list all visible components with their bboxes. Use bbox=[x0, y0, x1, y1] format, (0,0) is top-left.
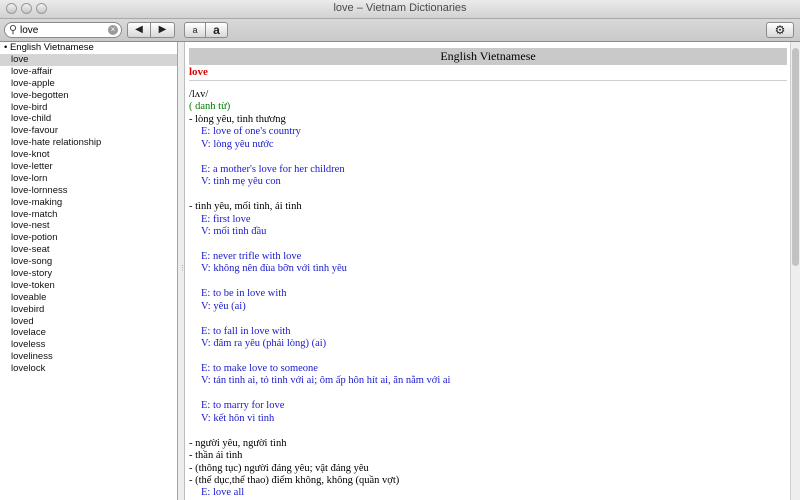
word-list-item[interactable]: love-apple bbox=[0, 78, 177, 90]
word-list-item[interactable]: love-match bbox=[0, 209, 177, 221]
forward-button[interactable]: ▶ bbox=[151, 22, 175, 38]
word-list-item[interactable]: love-affair bbox=[0, 66, 177, 78]
search-input[interactable] bbox=[20, 24, 104, 36]
word-list-item[interactable]: love-lornness bbox=[0, 185, 177, 197]
definition-line: E: love of one's country bbox=[201, 126, 301, 138]
word-list-item[interactable]: love-child bbox=[0, 113, 177, 125]
definition-line: V: tán tình ai, tỏ tình với ai; ôm ấp hô… bbox=[201, 375, 451, 387]
toolbar: ⚲ × ◀ ▶ a a ⚙ bbox=[0, 19, 800, 42]
word-list-item[interactable]: love-nest bbox=[0, 220, 177, 232]
definition-line: E: to marry for love bbox=[201, 400, 285, 412]
entry-word: love bbox=[189, 66, 208, 78]
word-list-item[interactable]: loveable bbox=[0, 292, 177, 304]
word-list-item[interactable]: love-begotten bbox=[0, 90, 177, 102]
word-list-item[interactable]: love-letter bbox=[0, 161, 177, 173]
word-list-sidebar: • English Vietnamese love love-affair love… bbox=[0, 42, 178, 500]
word-list-item[interactable]: love-song bbox=[0, 256, 177, 268]
definition-line: E: a mother's love for her children bbox=[201, 163, 345, 175]
word-list-item[interactable]: loveless bbox=[0, 339, 177, 351]
word-list-item[interactable]: love-knot bbox=[0, 149, 177, 161]
definition-line: E: to make love to someone bbox=[201, 362, 318, 374]
definition-line: V: kết hôn vì tình bbox=[201, 412, 275, 424]
definition-pane: English Vietnamese love /lʌv/( danh từ) -… bbox=[184, 42, 791, 500]
definition-line: V: đâm ra yêu (phải lòng) (ai) bbox=[201, 338, 327, 349]
word-list-item[interactable]: love-hate relationship bbox=[0, 137, 177, 149]
definition-line: - (thể dục,thể thao) điểm không, không (… bbox=[189, 474, 400, 486]
entry-divider bbox=[189, 80, 787, 81]
gear-icon: ⚙ bbox=[774, 23, 786, 37]
smaller-font-button[interactable]: a bbox=[184, 22, 206, 38]
word-list-item[interactable]: love-bird bbox=[0, 102, 177, 114]
clear-search-icon[interactable]: × bbox=[108, 25, 118, 35]
word-list-item[interactable]: loved bbox=[0, 316, 177, 328]
definition-line: E: to be in love with bbox=[201, 288, 287, 300]
word-list-item[interactable]: lovebird bbox=[0, 304, 177, 316]
definition-line: - người yêu, người tình bbox=[189, 437, 287, 449]
disclosure-bullet-icon: • bbox=[4, 42, 8, 53]
title-bar: love – Vietnam Dictionaries bbox=[0, 0, 800, 19]
word-list-item[interactable]: love-seat bbox=[0, 244, 177, 256]
definition-line: E: love all bbox=[201, 487, 245, 499]
word-list-item[interactable]: love-favour bbox=[0, 125, 177, 137]
definition-line: V: mối tình đầu bbox=[201, 225, 267, 237]
word-list-item[interactable]: love-potion bbox=[0, 232, 177, 244]
dictionary-header: English Vietnamese bbox=[189, 48, 787, 65]
definition-line: - (thông tục) người đáng yêu; vật đáng y… bbox=[189, 462, 369, 474]
definition-line: E: to fall in love with bbox=[201, 325, 291, 337]
back-button[interactable]: ◀ bbox=[127, 22, 151, 38]
settings-button[interactable]: ⚙ bbox=[766, 22, 794, 38]
dictionary-name: English Vietnamese bbox=[9, 42, 94, 53]
definition-line: - tình yêu, mối tình, ái tình bbox=[189, 201, 302, 213]
word-list-item[interactable]: lovelace bbox=[0, 327, 177, 339]
word-list-item[interactable]: love-making bbox=[0, 197, 177, 209]
scrollbar-thumb[interactable] bbox=[792, 48, 799, 266]
word-list-item[interactable]: love-story bbox=[0, 268, 177, 280]
word-list: love love-affair love-apple love-begotten lo… bbox=[0, 54, 177, 375]
definition-line: V: yêu (ai) bbox=[201, 300, 246, 312]
definition-line: /lʌv/ bbox=[189, 89, 209, 100]
word-list-item[interactable]: love-token bbox=[0, 280, 177, 292]
definition-line: - lòng yêu, tình thương bbox=[189, 113, 286, 125]
larger-font-button[interactable]: a bbox=[206, 22, 228, 38]
definition-line: V: lòng yêu nước bbox=[201, 138, 274, 150]
definition-line: V: tình mẹ yêu con bbox=[201, 176, 281, 188]
definition-line: V: không nên đùa bỡn với tình yêu bbox=[201, 263, 347, 275]
search-icon: ⚲ bbox=[9, 24, 18, 36]
dictionary-group-header[interactable]: • English Vietnamese bbox=[0, 42, 177, 54]
definition-line: E: first love bbox=[201, 213, 251, 225]
search-field[interactable]: ⚲ × bbox=[4, 22, 122, 38]
definition-line: ( danh từ) bbox=[189, 101, 231, 113]
definition-line: E: never trifle with love bbox=[201, 250, 302, 262]
word-list-item[interactable]: lovelock bbox=[0, 363, 177, 375]
window-title: love – Vietnam Dictionaries bbox=[333, 2, 467, 14]
word-list-item[interactable]: love bbox=[0, 54, 177, 66]
definition-line: - thần ái tình bbox=[189, 450, 243, 462]
word-list-item[interactable]: loveliness bbox=[0, 351, 177, 363]
word-list-item[interactable]: love-lorn bbox=[0, 173, 177, 185]
definition-scrollbar[interactable] bbox=[790, 42, 800, 500]
